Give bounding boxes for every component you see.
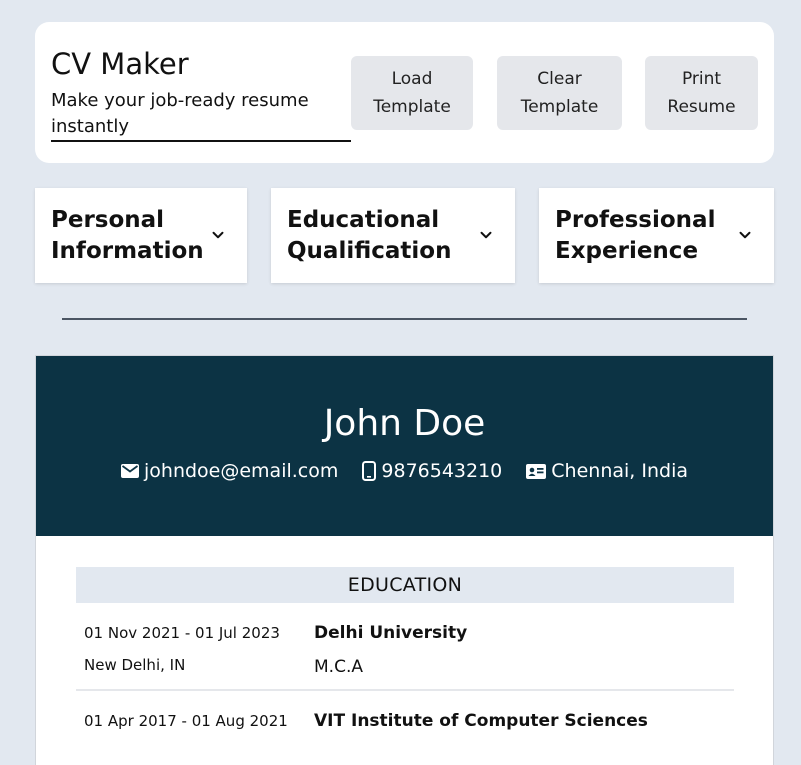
resume-name: John Doe — [323, 403, 486, 444]
edu-institution: VIT Institute of Computer Sciences — [314, 711, 648, 731]
resume-preview: John Doe johndoe@email.com 9876543210 Ch… — [35, 355, 774, 765]
chevron-down-icon — [739, 231, 751, 239]
brand: CV Maker Make your job-ready resume inst… — [51, 46, 353, 142]
education-entry: 01 Nov 2021 - 01 Jul 2023 New Delhi, IN … — [76, 603, 734, 691]
accordion-professional-experience[interactable]: Professional Experience — [539, 188, 774, 283]
mail-icon — [121, 464, 139, 478]
id-card-icon — [526, 463, 547, 479]
accordion-label: Educational Qualification — [287, 206, 452, 264]
header-card: CV Maker Make your job-ready resume inst… — [35, 22, 774, 163]
contact-phone: 9876543210 — [362, 460, 502, 482]
section-title: EDUCATION — [76, 567, 734, 603]
divider — [62, 318, 747, 320]
load-template-button[interactable]: Load Template — [351, 56, 473, 130]
print-resume-label: Print Resume — [667, 69, 736, 117]
contact-location: Chennai, India — [526, 460, 688, 482]
contact-row: johndoe@email.com 9876543210 Chennai, In… — [36, 460, 773, 482]
edu-degree: M.C.A — [314, 657, 363, 677]
app-subtitle: Make your job-ready resume instantly — [51, 88, 351, 142]
edu-dates: 01 Apr 2017 - 01 Aug 2021 — [84, 712, 288, 730]
clear-template-label: Clear Template — [520, 69, 599, 117]
edu-location: New Delhi, IN — [84, 656, 186, 674]
load-template-label: Load Template — [373, 69, 451, 117]
accordion-label: Personal Information — [51, 206, 204, 264]
accordion-educational-qualification[interactable]: Educational Qualification — [271, 188, 515, 283]
edu-dates: 01 Nov 2021 - 01 Jul 2023 — [84, 624, 280, 642]
education-entry: 01 Apr 2017 - 01 Aug 2021 VIT Institute … — [76, 691, 734, 745]
contact-email: johndoe@email.com — [121, 460, 338, 482]
phone-text: 9876543210 — [381, 460, 503, 482]
chevron-down-icon — [480, 231, 492, 239]
education-section: EDUCATION 01 Nov 2021 - 01 Jul 2023 New … — [76, 567, 734, 745]
chevron-down-icon — [212, 231, 224, 239]
accordion-personal-information[interactable]: Personal Information — [35, 188, 247, 283]
accordion-label: Professional Experience — [555, 206, 716, 264]
app-title: CV Maker — [51, 47, 189, 81]
location-text: Chennai, India — [551, 460, 688, 482]
email-text: johndoe@email.com — [144, 460, 339, 482]
clear-template-button[interactable]: Clear Template — [497, 56, 622, 130]
edu-institution: Delhi University — [314, 623, 468, 643]
print-resume-button[interactable]: Print Resume — [645, 56, 758, 130]
phone-icon — [362, 461, 377, 481]
resume-header: John Doe johndoe@email.com 9876543210 Ch… — [36, 356, 773, 536]
